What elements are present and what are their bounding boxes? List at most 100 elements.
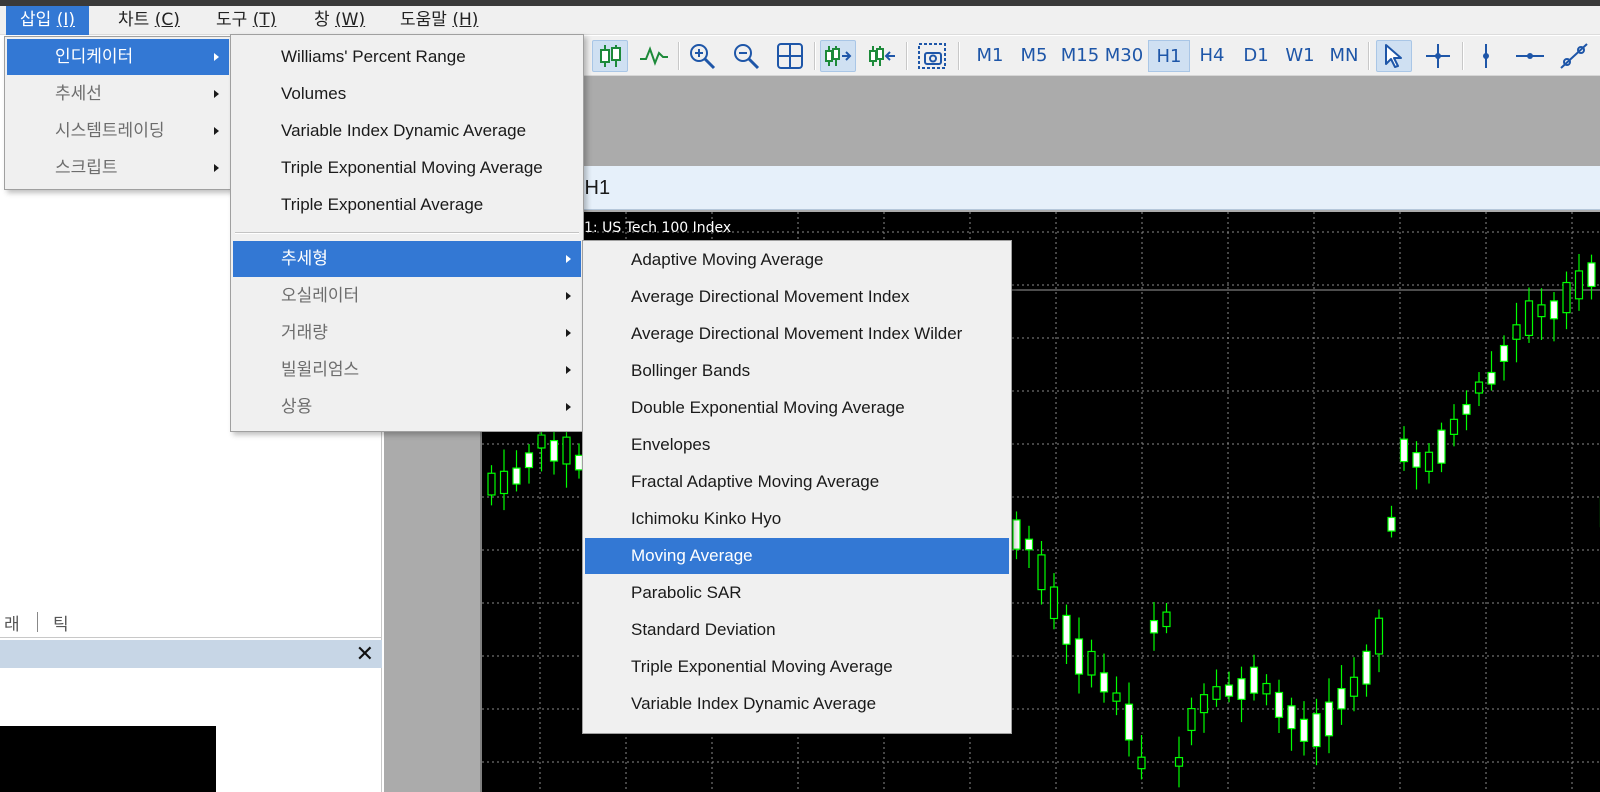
candle-body	[1212, 686, 1221, 700]
timeframe-m5[interactable]: M5	[1016, 40, 1052, 72]
horizontal-line-icon[interactable]	[1512, 40, 1548, 72]
menu-item-oscillators[interactable]: 오실레이터	[233, 278, 581, 314]
menu-item-bollinger-bands[interactable]: Bollinger Bands	[585, 353, 1009, 389]
candle-body	[562, 436, 571, 465]
trend-line-icon[interactable]	[1556, 40, 1592, 72]
candle-body	[1462, 403, 1471, 415]
insert-menu: 인디케이터 추세선 시스템트레이딩 스크립트	[4, 36, 232, 190]
candle-body	[1012, 519, 1021, 550]
terminal-header: ✕	[0, 640, 382, 668]
candle-body	[1362, 650, 1371, 685]
candle-body	[499, 470, 509, 495]
chart-shift-icon[interactable]	[864, 40, 900, 72]
candle-body	[1062, 614, 1071, 645]
screenshot-icon[interactable]	[914, 40, 950, 72]
menu-item-volume-category[interactable]: 거래량	[233, 315, 581, 351]
candle-body	[1387, 516, 1396, 532]
candlestick-icon[interactable]	[592, 40, 628, 72]
menu-item-scripts[interactable]: 스크립트	[7, 150, 229, 186]
zoom-in-icon[interactable]	[684, 40, 720, 72]
menu-item-adx-wilder[interactable]: Average Directional Movement Index Wilde…	[585, 316, 1009, 352]
menu-tools[interactable]: 도구 (T)	[202, 6, 290, 35]
menu-item-custom[interactable]: 상용	[233, 389, 581, 425]
candle-body	[1174, 756, 1184, 767]
timeframe-d1[interactable]: D1	[1238, 40, 1274, 72]
timeframe-h1[interactable]: H1	[1148, 40, 1190, 72]
candle-body	[1312, 713, 1321, 748]
tile-windows-icon[interactable]	[772, 40, 808, 72]
menu-chart[interactable]: 차트 (C)	[104, 6, 194, 35]
timeframe-mn[interactable]: MN	[1324, 40, 1364, 72]
menu-item-bill-williams[interactable]: 빌윌리엄스	[233, 352, 581, 388]
menu-help[interactable]: 도움말 (H)	[386, 6, 492, 35]
chart-toolbar: M1 M5 M15 M30 H1 H4 D1 W1 MN	[580, 36, 1600, 76]
candle-body	[1374, 617, 1384, 655]
menu-item-envelopes[interactable]: Envelopes	[585, 427, 1009, 463]
submenu-arrow-icon	[214, 164, 219, 172]
candle-body	[1187, 708, 1196, 732]
menu-item-frama[interactable]: Fractal Adaptive Moving Average	[585, 464, 1009, 500]
candle-body	[1199, 694, 1209, 714]
candle-body	[1587, 262, 1596, 288]
menu-item-volumes[interactable]: Volumes	[233, 76, 581, 112]
menu-item-trix[interactable]: Triple Exponential Average	[233, 187, 581, 223]
candle-body	[1499, 344, 1509, 362]
timeframe-h4[interactable]: H4	[1194, 40, 1230, 72]
menu-item-williams-percent-range[interactable]: Williams' Percent Range	[233, 39, 581, 75]
menu-item-standard-deviation[interactable]: Standard Deviation	[585, 612, 1009, 648]
cursor-icon[interactable]	[1376, 40, 1412, 72]
line-chart-icon[interactable]	[636, 40, 672, 72]
menu-item-ama[interactable]: Adaptive Moving Average	[585, 242, 1009, 278]
candle-body	[1512, 324, 1521, 340]
menu-item-tema-trend[interactable]: Triple Exponential Moving Average	[585, 649, 1009, 685]
candle-body	[1349, 676, 1359, 697]
menu-item-vidya[interactable]: Variable Index Dynamic Average	[233, 113, 581, 149]
menu-insert[interactable]: 삽입 (I)	[6, 6, 89, 35]
crosshair-icon[interactable]	[1420, 40, 1456, 72]
submenu-arrow-icon	[566, 403, 571, 411]
menu-item-parabolic-sar[interactable]: Parabolic SAR	[585, 575, 1009, 611]
candle-body	[1537, 304, 1546, 318]
menu-item-adx[interactable]: Average Directional Movement Index	[585, 279, 1009, 315]
submenu-arrow-icon	[566, 366, 571, 374]
candle-body	[1237, 678, 1246, 700]
mini-chart	[0, 726, 216, 792]
tab-trade[interactable]: 래	[4, 610, 20, 635]
menu-item-trend[interactable]: 추세형	[233, 241, 581, 277]
candle-body	[1112, 692, 1121, 702]
candle-body	[537, 434, 546, 449]
close-icon[interactable]: ✕	[356, 641, 374, 667]
candle-body	[1449, 418, 1459, 435]
candle-body	[1487, 371, 1496, 385]
timeframe-m1[interactable]: M1	[972, 40, 1008, 72]
timeframe-w1[interactable]: W1	[1282, 40, 1318, 72]
candle-body	[1249, 666, 1259, 694]
toolbar-separator	[1462, 42, 1464, 70]
toolbar-separator	[678, 42, 680, 70]
candle-body	[1262, 682, 1271, 695]
tab-ticks[interactable]: 틱	[53, 610, 69, 635]
toolbar-separator	[958, 42, 960, 70]
menu-item-dema[interactable]: Double Exponential Moving Average	[585, 390, 1009, 426]
candle-body	[1437, 429, 1446, 464]
menu-item-moving-average[interactable]: Moving Average	[585, 538, 1009, 574]
zoom-out-icon[interactable]	[728, 40, 764, 72]
menu-item-vidya-trend[interactable]: Variable Index Dynamic Average	[585, 686, 1009, 722]
candle-body	[1324, 701, 1334, 737]
candle-body	[1399, 438, 1409, 463]
submenu-arrow-icon	[214, 127, 219, 135]
vertical-line-icon[interactable]	[1468, 40, 1504, 72]
timeframe-m15[interactable]: M15	[1058, 40, 1102, 72]
auto-scroll-icon[interactable]	[820, 40, 856, 72]
menu-window[interactable]: 창 (W)	[300, 6, 379, 35]
menu-item-expert-advisors[interactable]: 시스템트레이딩	[7, 113, 229, 149]
menu-item-ichimoku[interactable]: Ichimoku Kinko Hyo	[585, 501, 1009, 537]
candle-body	[1137, 756, 1146, 770]
candle-body	[512, 467, 521, 485]
timeframe-m30[interactable]: M30	[1102, 40, 1146, 72]
menu-item-indicators[interactable]: 인디케이터	[7, 39, 229, 75]
menu-item-tema[interactable]: Triple Exponential Moving Average	[233, 150, 581, 186]
menu-item-trendlines[interactable]: 추세선	[7, 76, 229, 112]
candle-body	[1049, 586, 1059, 620]
candle-body	[1549, 300, 1559, 320]
